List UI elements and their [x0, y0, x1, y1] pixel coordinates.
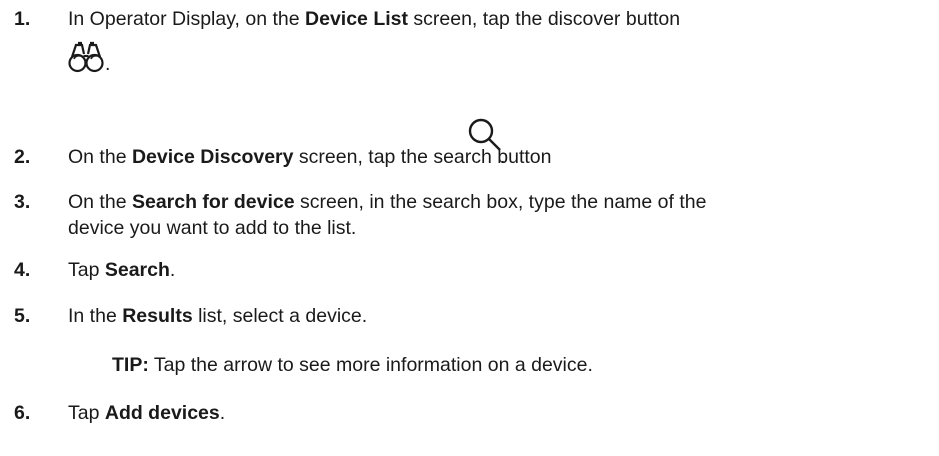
step-number: 1.: [14, 8, 31, 30]
ui-term-device-list: Device List: [305, 8, 408, 30]
step-text: On the Device Discovery screen, tap the …: [68, 146, 552, 168]
step-number: 3.: [14, 191, 31, 213]
step-number: 2.: [14, 146, 31, 168]
tip-note: TIP: Tap the arrow to see more informati…: [112, 352, 872, 378]
ui-term-device-discovery: Device Discovery: [131, 146, 294, 168]
procedure-steps: 1. In Operator Display, on the Device Li…: [0, 0, 939, 456]
tip-label: TIP:: [112, 354, 149, 376]
step-text: Tap Search.: [68, 259, 176, 281]
step-text: On the Search for device screen, in the …: [68, 191, 707, 239]
search-icon: [468, 118, 501, 151]
step-text: Tap Add devices.: [68, 402, 226, 424]
binoculars-icon: [68, 41, 104, 73]
step-number: 6.: [14, 402, 31, 424]
step-text: In Operator Display, on the Device List …: [68, 8, 681, 30]
step-number: 5.: [14, 305, 31, 327]
step-text: In the Results list, select a device.: [68, 305, 368, 327]
ui-term-search-for-device: Search for device: [131, 191, 295, 213]
search-button-illustration: [467, 116, 503, 160]
discover-button-illustration: .: [68, 40, 110, 80]
ui-term-results: Results: [122, 305, 193, 327]
ui-term-add-devices: Add devices: [104, 402, 220, 424]
step-number: 4.: [14, 259, 31, 281]
tip-text: Tap the arrow to see more information on…: [148, 354, 593, 376]
ui-term-search: Search: [104, 259, 170, 281]
